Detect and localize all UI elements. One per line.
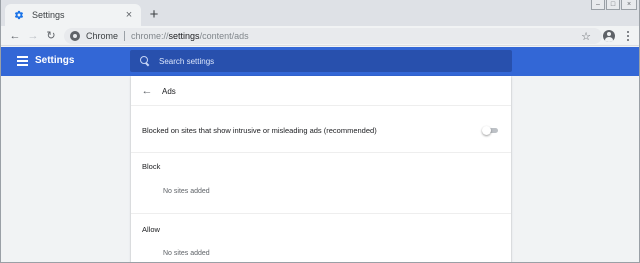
star-icon[interactable]: ☆: [579, 28, 593, 44]
block-heading: Block: [142, 162, 161, 171]
browser-window: Settings × + – □ × ← → ↻ Chrome chrome:/…: [0, 0, 640, 263]
maximize-button[interactable]: □: [606, 0, 620, 10]
allow-heading: Allow: [142, 225, 160, 234]
menu-dots-icon[interactable]: [621, 28, 635, 44]
ads-card: ← Ads Blocked on sites that show intrusi…: [131, 76, 511, 262]
url-path: /content/ads: [199, 31, 249, 41]
browser-toolbar: ← → ↻ Chrome chrome://settings/content/a…: [1, 26, 639, 46]
plus-icon[interactable]: +: [146, 6, 162, 22]
block-empty-text: No sites added: [163, 188, 210, 195]
toggle-knob: [482, 126, 491, 135]
profile-icon[interactable]: [603, 30, 615, 42]
tab-title: Settings: [32, 10, 65, 20]
hamburger-icon[interactable]: [17, 56, 28, 66]
url-host: settings: [168, 31, 200, 41]
back-arrow-icon[interactable]: ←: [141, 85, 153, 97]
reload-icon[interactable]: ↻: [43, 28, 59, 44]
url-prefix: chrome://: [131, 31, 169, 41]
ads-toggle[interactable]: [482, 126, 499, 135]
site-info-icon[interactable]: [70, 31, 80, 41]
settings-content: ← Ads Blocked on sites that show intrusi…: [1, 76, 639, 262]
tab-settings[interactable]: Settings ×: [5, 4, 141, 26]
gear-icon: [13, 9, 25, 21]
page-title: Settings: [35, 55, 75, 66]
search-icon: [140, 56, 150, 66]
tab-strip: Settings × + – □ ×: [1, 0, 639, 26]
search-placeholder: Search settings: [159, 56, 215, 66]
settings-header: Settings Search settings: [1, 47, 639, 76]
omnibox-url[interactable]: chrome://settings/content/ads: [131, 31, 249, 41]
close-icon[interactable]: ×: [123, 9, 135, 21]
allow-empty-text: No sites added: [163, 250, 210, 257]
ads-toggle-label: Blocked on sites that show intrusive or …: [142, 126, 377, 135]
address-bar[interactable]: Chrome chrome://settings/content/ads: [64, 28, 602, 44]
forward-arrow-icon[interactable]: →: [25, 28, 41, 44]
close-window-button[interactable]: ×: [621, 0, 637, 10]
minimize-button[interactable]: –: [591, 0, 605, 10]
back-arrow-icon[interactable]: ←: [7, 28, 23, 44]
ads-toggle-row[interactable]: Blocked on sites that show intrusive or …: [131, 106, 511, 153]
window-controls: – □ ×: [590, 0, 637, 10]
omnibox-chip: Chrome: [86, 31, 126, 41]
section-divider: [131, 213, 511, 214]
search-input[interactable]: Search settings: [130, 50, 512, 72]
subpage-title: Ads: [162, 87, 176, 96]
subpage-header: ← Ads: [131, 76, 511, 106]
